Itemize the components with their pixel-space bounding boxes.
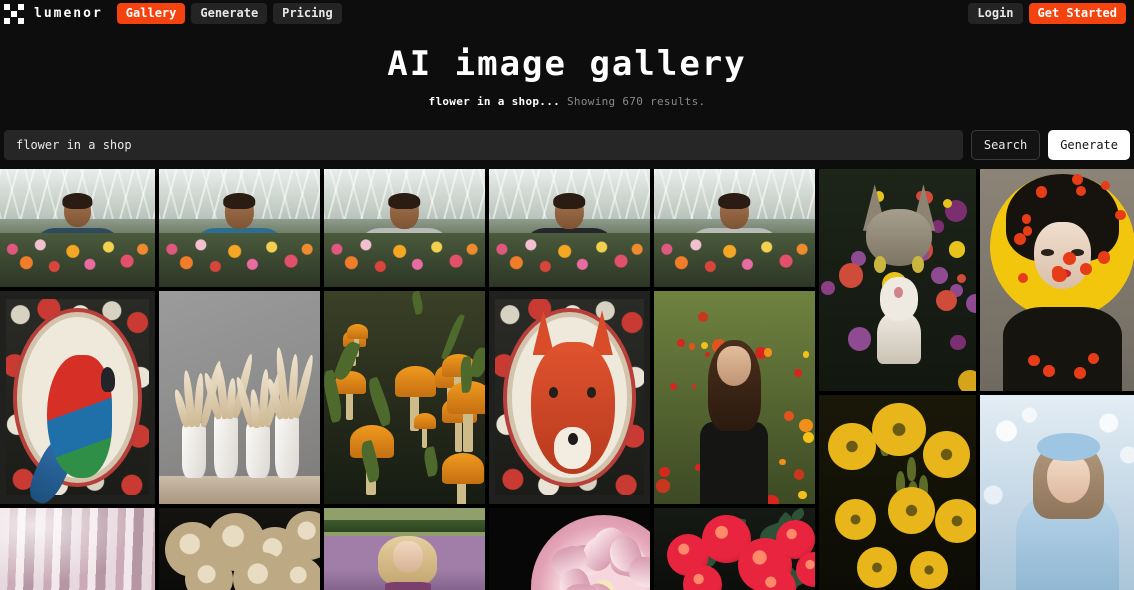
main-nav: Gallery Generate Pricing (116, 3, 342, 24)
gallery-image-greenhouse-florist-3[interactable] (324, 169, 485, 287)
gallery-image-blonde-lavender-field[interactable] (324, 507, 485, 590)
gallery-image-pink-light-streaks[interactable] (0, 507, 155, 590)
gallery-column (980, 169, 1134, 590)
search-input[interactable] (4, 130, 963, 161)
hero-subtitle: flower in a shop... Showing 670 results. (0, 95, 1134, 108)
artwork-layer (159, 169, 320, 287)
gallery-image-ornate-parrot-frame[interactable] (0, 290, 155, 504)
nav-item-gallery[interactable]: Gallery (116, 3, 186, 24)
gallery-image-red-camellias[interactable] (654, 507, 815, 590)
artwork-layer (0, 290, 155, 504)
gallery-image-greenhouse-florist-2[interactable] (159, 169, 320, 287)
generate-button[interactable]: Generate (1048, 130, 1130, 161)
gallery-column (159, 169, 320, 590)
image-gallery-grid (0, 169, 1134, 590)
gallery-image-cat-in-flowers[interactable] (819, 169, 976, 392)
get-started-button[interactable]: Get Started (1028, 3, 1126, 24)
gallery-column (654, 169, 815, 590)
artwork-layer (654, 169, 815, 287)
brand-name[interactable]: lumenor (34, 6, 103, 21)
artwork-layer (819, 395, 976, 590)
page-title: AI image gallery (387, 44, 747, 84)
gallery-image-white-vases-dried-flowers[interactable] (159, 290, 320, 504)
artwork-layer (654, 507, 815, 590)
artwork-layer (0, 169, 155, 287)
artwork-layer (489, 169, 650, 287)
gallery-image-ornate-fox-frame[interactable] (489, 290, 650, 504)
artwork-layer (159, 290, 320, 504)
artwork-layer (0, 507, 155, 590)
artwork-layer (489, 290, 650, 504)
nav-item-generate[interactable]: Generate (191, 3, 268, 24)
search-bar: Search Generate (0, 124, 1134, 170)
gallery-image-pink-bloom-closeup[interactable] (489, 507, 650, 590)
gallery-column (0, 169, 155, 590)
gallery-column (489, 169, 650, 590)
top-navigation-bar: lumenor Gallery Generate Pricing Login G… (0, 0, 1134, 27)
gallery-image-girl-floral-dress-field[interactable] (654, 290, 815, 504)
brand-zone: lumenor (0, 3, 103, 24)
gallery-image-mushroom-botanical[interactable] (324, 290, 485, 504)
gallery-column (324, 169, 485, 590)
login-button[interactable]: Login (968, 3, 1023, 24)
gallery-image-dried-bouquet-dark[interactable] (159, 507, 320, 590)
search-button[interactable]: Search (970, 130, 1041, 161)
gallery-image-greenhouse-florist-5[interactable] (654, 169, 815, 287)
artwork-layer (324, 507, 485, 590)
gallery-image-winter-blue-girl[interactable] (980, 395, 1134, 590)
artwork-layer (489, 507, 650, 590)
artwork-layer (159, 507, 320, 590)
artwork-layer (324, 169, 485, 287)
gallery-image-poppy-halo-portrait[interactable] (980, 169, 1134, 392)
nav-item-pricing[interactable]: Pricing (273, 3, 342, 24)
auth-actions: Login Get Started (968, 3, 1130, 24)
artwork-layer (819, 169, 976, 392)
hero-query-echo: flower in a shop... (428, 95, 561, 109)
gallery-column (819, 169, 976, 590)
checkerboard-logo-icon[interactable] (4, 3, 24, 24)
artwork-layer (324, 290, 485, 504)
gallery-image-greenhouse-florist-1[interactable] (0, 169, 155, 287)
artwork-layer (654, 290, 815, 504)
hero-section: AI image gallery flower in a shop... Sho… (0, 27, 1134, 125)
artwork-layer (980, 395, 1134, 590)
gallery-image-yellow-gerbera-dark[interactable] (819, 395, 976, 590)
artwork-layer (980, 169, 1134, 392)
gallery-image-greenhouse-florist-4[interactable] (489, 169, 650, 287)
hero-results-text: Showing 670 results. (567, 95, 706, 109)
